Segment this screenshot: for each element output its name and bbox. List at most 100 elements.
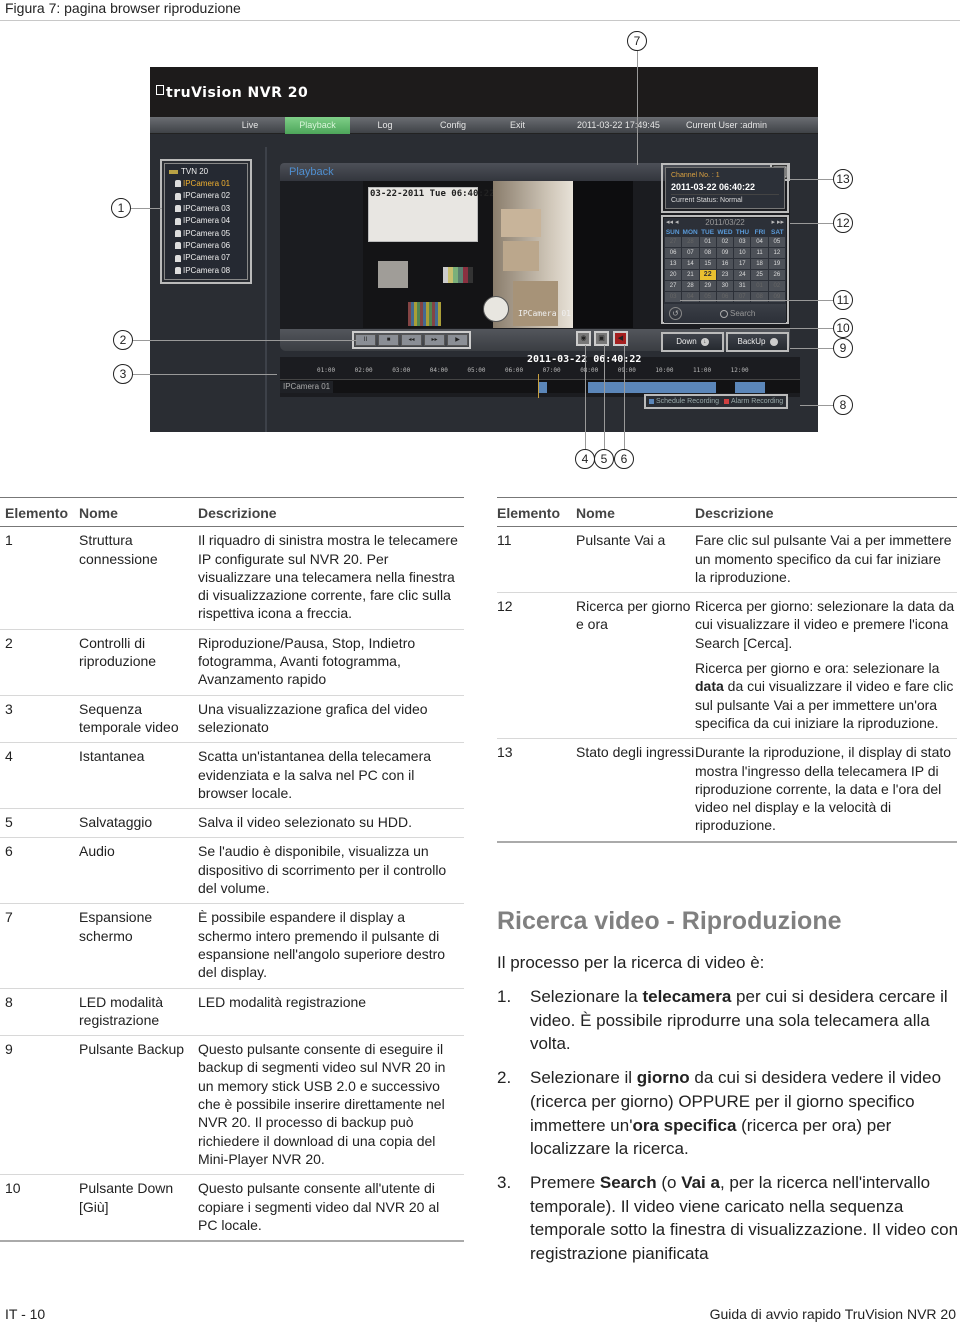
callout-7: 7 <box>627 31 647 51</box>
camera-icon <box>175 217 181 225</box>
audio-button[interactable]: ◀ <box>613 331 628 346</box>
timeline-tick: 04:00 <box>429 367 448 374</box>
frame-back-button[interactable]: ◂◂ <box>401 334 422 346</box>
calendar-day[interactable]: 16 <box>716 259 734 269</box>
tree-root[interactable]: TVN 20 <box>169 166 243 178</box>
prev-month-button[interactable]: ◂ <box>675 219 679 226</box>
calendar-day[interactable]: 14 <box>682 259 699 269</box>
cell-name: Pulsante Vai a <box>576 532 666 549</box>
tree-camera-item[interactable]: IPCamera 08 <box>169 265 243 277</box>
calendar-day[interactable]: 02 <box>716 237 734 247</box>
calendar-day[interactable]: 02 <box>768 281 785 291</box>
timeline-track[interactable]: IPCamera 01 <box>280 374 800 398</box>
timeline-recording-segment[interactable] <box>588 382 717 393</box>
nav-config[interactable]: Config <box>433 117 473 134</box>
nav-exit[interactable]: Exit <box>505 117 530 134</box>
nav-playback[interactable]: Playback <box>285 117 350 134</box>
fast-forward-button[interactable]: ▶ <box>447 334 468 346</box>
calendar-day[interactable]: 17 <box>734 259 751 269</box>
calendar-day[interactable]: 27 <box>665 281 682 291</box>
calendar-weekday: FRI <box>754 229 766 236</box>
cell-name: Ricerca per giorno e ora <box>576 598 691 633</box>
calendar-day[interactable]: 08 <box>699 248 716 258</box>
table-row: 2 Controlli di riproduzione Riproduzione/P… <box>0 630 464 696</box>
calendar-day[interactable]: 01 <box>699 237 716 247</box>
calendar-weekdays: SUN MON TUE WED THU FRI SAT <box>664 228 786 237</box>
calendar-day[interactable]: 15 <box>699 259 716 269</box>
nvr-screenshot: truVision NVR 20 Live Playback Log Confi… <box>150 67 818 432</box>
calendar-grid: 27 28 01 02 03 04 05 06 07 08 09 10 11 12 13 14 15 16 17 18… <box>664 237 786 302</box>
snapshot-button[interactable]: ◉ <box>576 331 591 346</box>
column-header-num: Elemento <box>5 505 69 521</box>
calendar-day[interactable]: 21 <box>682 270 699 280</box>
section-intro: Il processo per la ricerca di video è: <box>497 953 765 972</box>
timeline-tick: 07:00 <box>542 367 561 374</box>
backup-button[interactable]: BackUp <box>726 332 789 352</box>
down-button[interactable]: Down ↓ <box>661 332 724 352</box>
next-month-button[interactable]: ▸ <box>771 219 775 226</box>
calendar-day[interactable]: 30 <box>716 281 734 291</box>
calendar-day[interactable]: 04 <box>751 237 768 247</box>
search-button[interactable]: Search <box>720 307 755 320</box>
timeline-recording-segment[interactable] <box>538 382 547 393</box>
calendar-day[interactable]: 18 <box>751 259 768 269</box>
calendar-day[interactable]: 23 <box>716 270 734 280</box>
calendar-day[interactable]: 28 <box>682 281 699 291</box>
camera-icon <box>175 229 181 237</box>
calendar-day[interactable]: 12 <box>768 248 785 258</box>
table-row: 9 Pulsante Backup Questo pulsante consente… <box>0 1036 464 1176</box>
video-view[interactable]: 03-22-2011 Tue 06:40:22 IPCamera 01 <box>363 181 633 328</box>
calendar-day[interactable]: 09 <box>716 248 734 258</box>
calendar-day[interactable]: 20 <box>665 270 682 280</box>
calendar-day[interactable]: 27 <box>665 237 682 247</box>
tree-camera-item[interactable]: IPCamera 03 <box>169 203 243 215</box>
pause-button[interactable]: II <box>355 334 376 346</box>
calendar-day[interactable]: 22 <box>699 270 716 280</box>
calendar-day[interactable]: 07 <box>682 248 699 258</box>
tree-camera-item[interactable]: IPCamera 06 <box>169 240 243 252</box>
calendar-day[interactable]: 05 <box>768 237 785 247</box>
tree-camera-item[interactable]: IPCamera 04 <box>169 215 243 227</box>
goto-button[interactable]: ↺ <box>669 307 682 320</box>
calendar-day[interactable]: 31 <box>734 281 751 291</box>
nav-live[interactable]: Live <box>235 117 265 134</box>
stop-button[interactable]: ■ <box>378 334 399 346</box>
calendar-weekday: MON <box>682 229 698 236</box>
camera-icon <box>175 205 181 213</box>
nav-current-user: Current User :admin <box>686 120 768 130</box>
video-timestamp-osd: 03-22-2011 Tue 06:40:22 <box>370 189 495 199</box>
cell-element: 10 <box>5 1180 21 1197</box>
calendar-day[interactable]: 13 <box>665 259 682 269</box>
frame-forward-button[interactable]: ▸▸ <box>424 334 445 346</box>
calendar-day[interactable]: 25 <box>751 270 768 280</box>
calendar-day[interactable]: 29 <box>699 281 716 291</box>
tree-camera-item[interactable]: IPCamera 07 <box>169 252 243 264</box>
cell-name: LED modalità registrazione <box>79 993 164 1028</box>
next-year-button[interactable]: ▸▸ <box>777 219 784 226</box>
calendar-day[interactable]: 01 <box>751 281 768 291</box>
calendar-day[interactable]: 11 <box>751 248 768 258</box>
step-number: 3. <box>497 1172 512 1192</box>
calendar-day[interactable]: 03 <box>665 292 682 302</box>
nav-datetime: 2011-03-22 17:49:45 <box>577 120 660 130</box>
calendar-day[interactable]: 26 <box>768 270 785 280</box>
nav-log[interactable]: Log <box>370 117 400 134</box>
prev-year-button[interactable]: ◂◂ <box>666 219 673 226</box>
tree-camera-item[interactable]: IPCamera 05 <box>169 228 243 240</box>
tree-camera-item[interactable]: IPCamera 02 <box>169 190 243 202</box>
timeline-recording-segment[interactable] <box>734 382 765 393</box>
procedure-steps: 1. Selezionare la telecamera per cui si d… <box>497 985 960 1276</box>
calendar-day[interactable]: 10 <box>734 248 751 258</box>
tree-camera-item[interactable]: IPCamera 01 <box>169 178 243 190</box>
frame-forward-icon: ▸▸ <box>431 337 438 343</box>
column-header-name: Nome <box>79 505 118 521</box>
video-timeline[interactable]: 2011-03-22 06:40:22 01:00 02:00 03:00 04:00… <box>280 354 800 398</box>
calendar-day[interactable]: 19 <box>768 259 785 269</box>
timeline-cursor[interactable] <box>538 374 540 398</box>
table-row: 13 Stato degli ingressi Durante la riprodu… <box>497 739 957 843</box>
save-button[interactable]: ▣ <box>594 331 609 346</box>
calendar-day[interactable]: 06 <box>665 248 682 258</box>
calendar-day[interactable]: 28 <box>682 237 699 247</box>
calendar-day[interactable]: 03 <box>734 237 751 247</box>
calendar-day[interactable]: 24 <box>734 270 751 280</box>
